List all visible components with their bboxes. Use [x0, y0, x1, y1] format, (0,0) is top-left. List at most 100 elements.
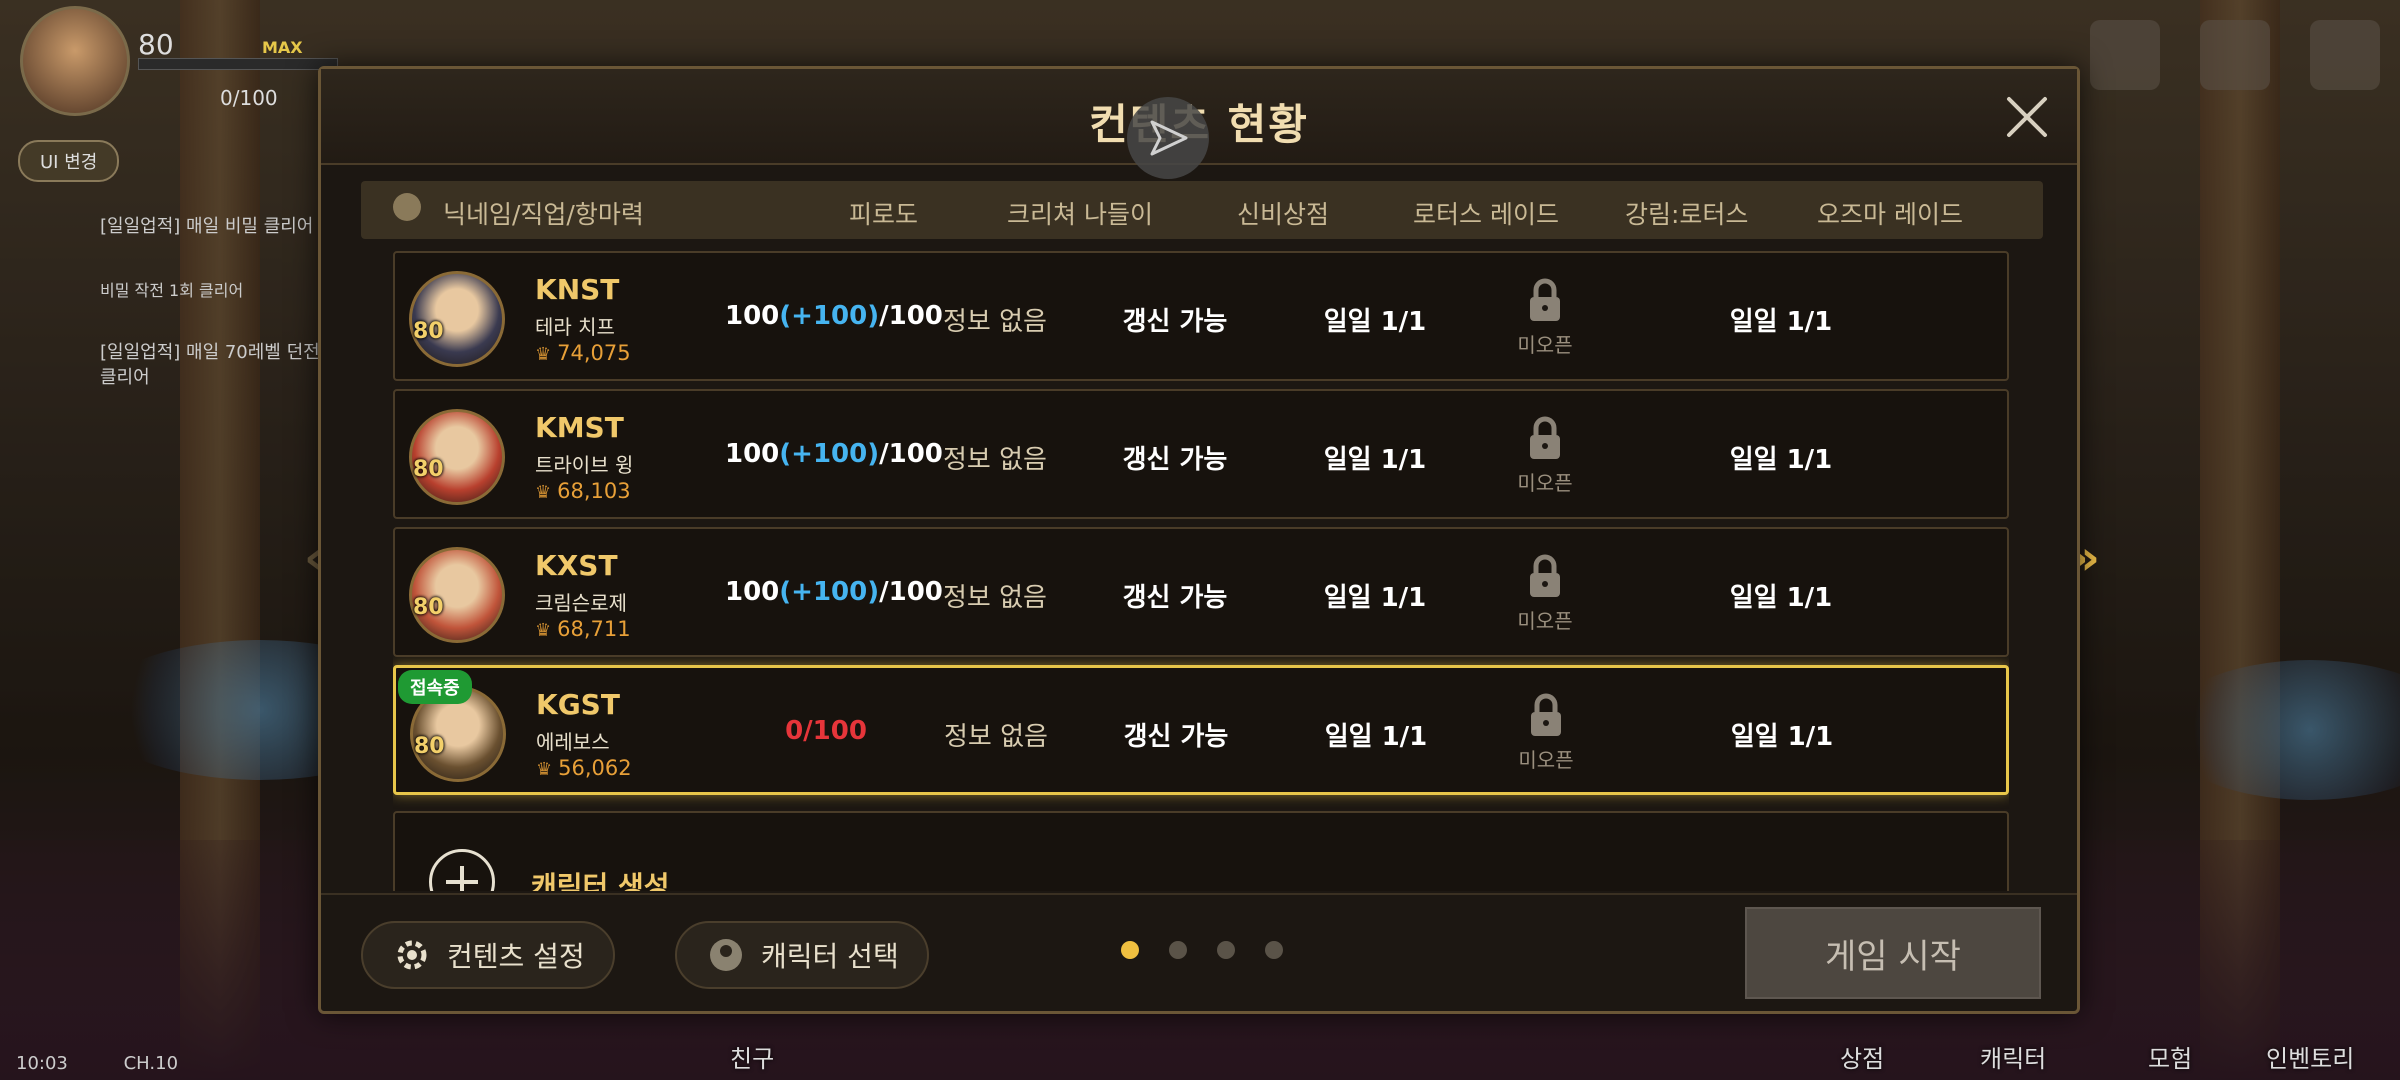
adventure-menu[interactable]: 모험: [2148, 1039, 2192, 1074]
descent-status: 미오픈: [1485, 553, 1605, 634]
page-indicator: [1121, 941, 1283, 959]
close-icon[interactable]: [2003, 93, 2051, 141]
character-power: 68,711: [535, 617, 630, 641]
clock-time: 10:03: [16, 1053, 68, 1074]
column-descent-lotus: 강림:로터스: [1625, 200, 1749, 229]
character-menu[interactable]: 캐릭터: [1980, 1039, 2046, 1074]
fatigue-bonus: (+100): [779, 439, 880, 469]
character-level: 80: [414, 734, 445, 759]
create-character-row[interactable]: 캐릭터 생성: [393, 811, 2009, 891]
lotus-raid-status: 일일 1/1: [1323, 445, 1427, 475]
event-icon[interactable]: [2090, 20, 2160, 90]
exp-max-label: MAX: [262, 38, 303, 57]
column-creature: 크리쳐 나들이: [1007, 200, 1153, 229]
clock: 10:03 CH.10: [16, 1053, 178, 1074]
ozma-raid-status: 일일 1/1: [1729, 307, 1833, 337]
mystic-shop-status: 갱신 가능: [1122, 307, 1228, 337]
character-row[interactable]: 80 KMST 트라이브 윙 68,103 100(+100)/100 정보 없…: [393, 389, 2009, 519]
mystic-shop-status: 갱신 가능: [1122, 445, 1228, 475]
menu-icon[interactable]: [2310, 20, 2380, 90]
character-name: KNST: [535, 273, 620, 306]
character-power: 56,062: [536, 756, 631, 780]
quest-item-2: 비밀 작전 1회 클리어: [100, 281, 244, 300]
character-row[interactable]: 80 접속중 KGST 에레보스 56,062 0/100 정보 없음 갱신 가…: [393, 665, 2009, 795]
page-dot[interactable]: [1121, 941, 1139, 959]
creature-status: 정보 없음: [943, 445, 1047, 475]
friends-menu[interactable]: 친구: [730, 1039, 774, 1074]
create-character-label: 캐릭터 생성: [531, 870, 670, 891]
character-job: 크림슨로제: [535, 591, 627, 615]
plus-icon: [429, 849, 495, 891]
content-status-modal: 컨텐츠 현황 닉네임/직업/항마력 피로도 크리쳐 나들이 신비상점 로터스 레…: [318, 66, 2080, 1014]
send-icon[interactable]: [1127, 97, 1209, 179]
quest-item-3[interactable]: [일일업적] 매일 70레벨 던전 클리어: [100, 340, 330, 390]
character-job: 테라 치프: [535, 315, 615, 339]
fatigue-value: 100: [725, 439, 780, 469]
fatigue-bonus: (+100): [779, 301, 880, 331]
game-start-button[interactable]: 게임 시작: [1745, 907, 2041, 999]
content-settings-label: 컨텐츠 설정: [447, 940, 585, 973]
column-nickname: 닉네임/직업/항마력: [443, 200, 644, 229]
player-level: 80: [138, 28, 174, 61]
creature-status: 정보 없음: [943, 307, 1047, 337]
online-badge: 접속중: [398, 670, 472, 704]
descent-label: 미오픈: [1517, 333, 1573, 357]
fatigue-value: 100: [725, 301, 780, 331]
descent-label: 미오픈: [1518, 748, 1574, 772]
column-fatigue: 피로도: [849, 200, 919, 229]
stamina-readout: 0/100: [220, 86, 278, 110]
shop-menu[interactable]: 상점: [1840, 1039, 1884, 1074]
character-row[interactable]: 80 KNST 테라 치프 74,075 100(+100)/100 정보 없음…: [393, 251, 2009, 381]
character-name: KMST: [535, 411, 624, 444]
column-header-row: 닉네임/직업/항마력 피로도 크리쳐 나들이 신비상점 로터스 레이드 강림:로…: [361, 181, 2043, 239]
fatigue-bonus: (+100): [779, 577, 880, 607]
character-power: 74,075: [535, 341, 630, 365]
creature-status: 정보 없음: [944, 722, 1048, 752]
descent-status: 미오픈: [1485, 277, 1605, 358]
inventory-menu[interactable]: 인벤토리: [2266, 1039, 2354, 1074]
character-name: KXST: [535, 549, 618, 582]
content-settings-button[interactable]: 컨텐츠 설정: [361, 921, 615, 989]
player-avatar[interactable]: [20, 6, 130, 116]
character-row[interactable]: 80 KXST 크림슨로제 68,711 100(+100)/100 정보 없음…: [393, 527, 2009, 657]
page-dot[interactable]: [1217, 941, 1235, 959]
mystic-shop-status: 갱신 가능: [1123, 722, 1229, 752]
gear-icon: [397, 940, 427, 970]
fatigue-value: 100: [725, 577, 780, 607]
character-job: 에레보스: [536, 730, 610, 754]
column-ozma-raid: 오즈마 레이드: [1817, 200, 1963, 229]
lock-icon: [1530, 278, 1560, 321]
lotus-raid-status: 일일 1/1: [1323, 583, 1427, 613]
ozma-raid-status: 일일 1/1: [1729, 445, 1833, 475]
lotus-raid-status: 일일 1/1: [1323, 307, 1427, 337]
descent-status: 미오픈: [1485, 415, 1605, 496]
character-name: KGST: [536, 688, 620, 721]
fatigue-value: 0/100: [785, 716, 867, 746]
mystic-shop-status: 갱신 가능: [1122, 583, 1228, 613]
character-job: 트라이브 윙: [535, 453, 634, 477]
page-dot[interactable]: [1169, 941, 1187, 959]
page-dot[interactable]: [1265, 941, 1283, 959]
character-list: 80 접속중 KGST 에레보스 56,062 0/100 정보 없음 갱신 가…: [393, 251, 2009, 891]
descent-label: 미오픈: [1517, 471, 1573, 495]
column-mystic-shop: 신비상점: [1237, 200, 1330, 229]
character-icon: [710, 939, 742, 971]
ui-change-button[interactable]: UI 변경: [18, 140, 120, 182]
column-header-icon: [389, 189, 425, 225]
descent-label: 미오픈: [1517, 609, 1573, 633]
ozma-raid-status: 일일 1/1: [1729, 583, 1833, 613]
lock-icon: [1530, 554, 1560, 597]
mailbox-icon[interactable]: [2200, 20, 2270, 90]
lock-icon: [1531, 693, 1561, 736]
column-lotus-raid: 로터스 레이드: [1413, 200, 1559, 229]
character-power: 68,103: [535, 479, 630, 503]
channel-label: CH.10: [123, 1053, 179, 1074]
descent-status: 미오픈: [1486, 692, 1606, 773]
character-level: 80: [413, 595, 444, 620]
lock-icon: [1530, 416, 1560, 459]
quest-item-1[interactable]: [일일업적] 매일 비밀 클리어: [100, 214, 330, 239]
top-right-icons: [2090, 20, 2380, 90]
lotus-raid-status: 일일 1/1: [1324, 722, 1428, 752]
character-select-button[interactable]: 캐릭터 선택: [675, 921, 929, 989]
exp-bar: [138, 58, 338, 70]
